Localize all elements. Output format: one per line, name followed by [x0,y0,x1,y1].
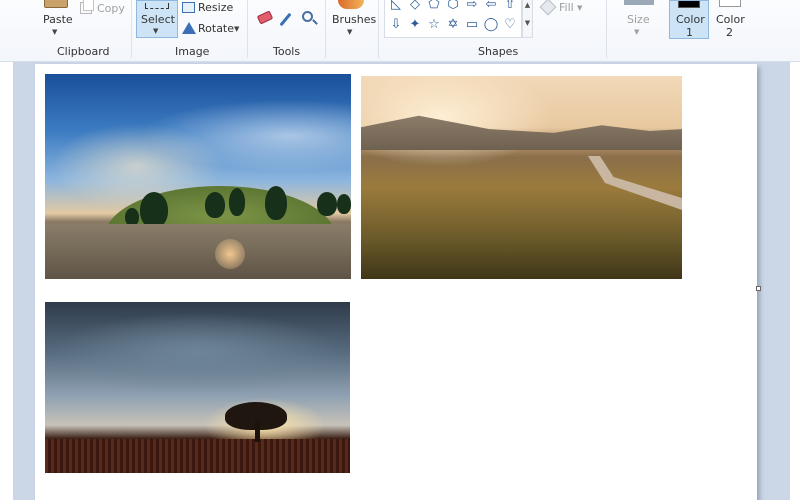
field-road-photo [361,76,682,279]
select-button[interactable]: Select ▼ [136,0,178,38]
fill-button-label[interactable]: Fill [559,1,574,14]
five-point-star-shape-icon[interactable]: ☆ [426,17,442,33]
copy-button-label[interactable]: Copy [97,2,125,15]
color-1-button[interactable]: Color 1 [669,0,709,39]
tools-group-label: Tools [273,45,301,58]
eraser-icon[interactable] [256,10,274,25]
diamond-shape-icon[interactable]: ◇ [407,0,423,13]
tree-shape [317,192,337,216]
color-1-number: 1 [686,26,693,39]
group-divider [378,0,379,58]
fill-dropdown-arrow[interactable]: ▼ [577,4,582,12]
group-divider [606,0,607,58]
select-rectangle-icon [145,3,169,9]
paste-dropdown-arrow[interactable]: ▼ [52,28,57,36]
resize-icon[interactable] [182,2,195,13]
road-shape [587,156,682,210]
oval-callout-shape-icon[interactable]: ◯ [483,17,499,33]
size-button-label[interactable]: Size [627,13,650,26]
canvas-resize-handle[interactable] [756,286,761,291]
rotate-dropdown-arrow[interactable]: ▼ [234,25,239,33]
ground-shape [45,224,351,279]
rounded-callout-shape-icon[interactable]: ▭ [464,17,480,33]
tree-shape [265,186,287,220]
shapes-group-label: Shapes [478,45,519,58]
shapes-gallery-scroll[interactable]: ▲ ▼ [522,0,533,38]
shapes-row-1: ◺ ◇ ⬠ ⬡ ⇨ ⇦ ⇧ [388,0,518,13]
shapes-gallery: ◺ ◇ ⬠ ⬡ ⇨ ⇦ ⇧ ⇩ ✦ ☆ ✡ ▭ ◯ ♡ [384,0,522,38]
clipboard-group-label: Clipboard [57,45,110,58]
paste-icon[interactable] [44,0,68,8]
tree-shape [205,192,225,218]
group-divider [247,0,248,58]
plowed-field-shape [45,439,350,473]
tree-shape [140,192,168,228]
tree-trunk-shape [255,420,260,442]
select-button-label: Select [141,13,175,26]
tree-shape [229,188,245,216]
color-2-swatch[interactable] [719,0,741,7]
hexagon-shape-icon[interactable]: ⬡ [445,0,461,13]
pentagon-shape-icon[interactable]: ⬠ [426,0,442,13]
heart-shape-icon[interactable]: ♡ [502,17,518,33]
resize-button-label[interactable]: Resize [198,1,233,14]
six-point-star-shape-icon[interactable]: ✡ [445,17,461,33]
group-divider [325,0,326,58]
storm-tree-photo [45,302,350,473]
ribbon: Paste ▼ Copy Clipboard Select ▼ Resize R… [0,0,800,62]
paste-button-label[interactable]: Paste [43,13,73,26]
image-group-label: Image [175,45,210,58]
copy-icon[interactable] [80,0,94,14]
size-dropdown-arrow[interactable]: ▼ [634,28,639,36]
shapes-row-2: ⇩ ✦ ☆ ✡ ▭ ◯ ♡ [388,17,518,33]
brush-icon[interactable] [338,0,364,9]
color-picker-icon[interactable] [279,12,292,27]
color-1-swatch [678,1,700,8]
workspace-right-frame [790,62,800,500]
right-arrow-shape-icon[interactable]: ⇨ [464,0,480,13]
rotate-icon[interactable] [182,22,196,34]
four-point-star-shape-icon[interactable]: ✦ [407,17,423,33]
scroll-up-icon[interactable]: ▲ [523,1,532,9]
fill-icon[interactable] [539,0,557,16]
color-2-number[interactable]: 2 [726,26,733,39]
sky-hill-photo [45,74,351,279]
tree-shape [337,194,351,214]
rotate-button-label[interactable]: Rotate [198,22,234,35]
gallery-expand-icon[interactable]: ▼ [523,19,532,27]
lens-flare [215,239,245,269]
distant-hills-shape [361,115,682,150]
brushes-dropdown-arrow[interactable]: ▼ [347,28,352,36]
up-arrow-shape-icon[interactable]: ⇧ [502,0,518,13]
brushes-button-label[interactable]: Brushes [332,13,376,26]
size-icon[interactable] [624,0,654,5]
right-triangle-shape-icon[interactable]: ◺ [388,0,404,13]
workspace-left-frame [0,62,13,500]
color-2-label[interactable]: Color [716,13,745,26]
select-dropdown-arrow: ▼ [153,27,159,35]
color-1-label: Color [676,13,705,26]
down-arrow-shape-icon[interactable]: ⇩ [388,17,404,33]
group-divider [131,0,132,58]
magnifier-icon[interactable] [302,11,313,22]
left-arrow-shape-icon[interactable]: ⇦ [483,0,499,13]
